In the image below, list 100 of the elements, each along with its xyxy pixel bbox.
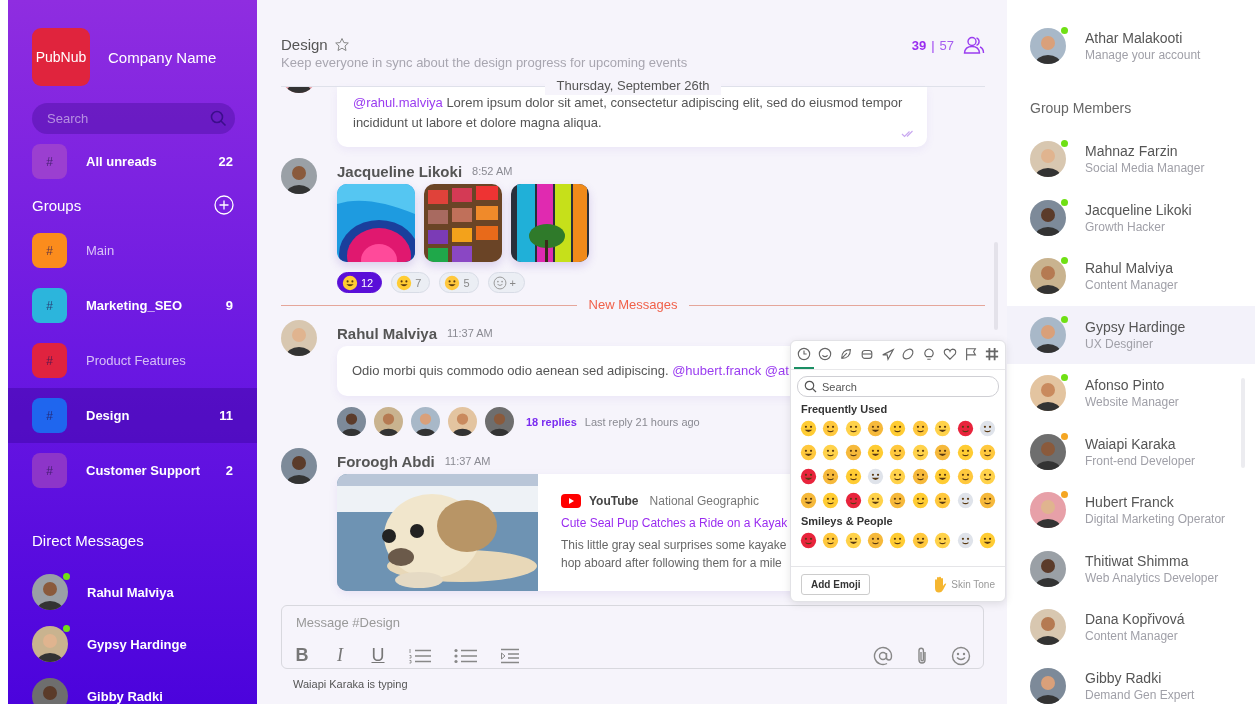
- emoji-icon[interactable]: [956, 468, 974, 485]
- emoji-icon[interactable]: [911, 532, 929, 549]
- emoji-icon[interactable]: [799, 468, 817, 485]
- direct-message-item[interactable]: Gibby Radki: [8, 670, 257, 704]
- format-button[interactable]: B: [294, 645, 310, 666]
- direct-message-item[interactable]: Gypsy Hardinge: [8, 618, 257, 670]
- emoji-icon[interactable]: [844, 532, 862, 549]
- unread-count: 2: [225, 463, 233, 478]
- paperclip-icon[interactable]: [915, 645, 929, 666]
- emoji-icon[interactable]: [934, 468, 952, 485]
- emoji-icon[interactable]: [799, 532, 817, 549]
- emoji-icon[interactable]: [799, 492, 817, 509]
- member-name: Thitiwat Shimma: [1085, 552, 1190, 569]
- channel-item[interactable]: # Main: [8, 223, 257, 278]
- emoji-icon[interactable]: [844, 468, 862, 485]
- member-item[interactable]: Waiapi Karaka Front-end Developer: [1007, 422, 1255, 481]
- star-icon[interactable]: [333, 36, 350, 53]
- emoji-icon[interactable]: [867, 492, 885, 509]
- emoji-icon[interactable]: [889, 492, 907, 509]
- section-title: Groups: [32, 196, 82, 214]
- emoji-icon[interactable]: [979, 444, 997, 461]
- avatar: [1030, 375, 1066, 412]
- bullet-list-icon[interactable]: [454, 647, 478, 664]
- emoji-icon[interactable]: [822, 444, 840, 461]
- emoji-icon[interactable]: [867, 532, 885, 549]
- member-item[interactable]: Thitiwat Shimma Web Analytics Developer: [1007, 539, 1255, 598]
- search-icon: [804, 380, 817, 393]
- member-name: Dana Kopřivová: [1085, 611, 1185, 628]
- add-icon[interactable]: [214, 195, 234, 215]
- emoji-icon[interactable]: [799, 444, 817, 461]
- emoji-icon[interactable]: [911, 468, 929, 485]
- emoji-icon[interactable]: [956, 492, 974, 509]
- member-item[interactable]: Afonso Pinto Website Manager: [1007, 364, 1255, 423]
- emoji-icon[interactable]: [867, 420, 885, 437]
- member-item[interactable]: Gibby Radki Demand Gen Expert: [1007, 656, 1255, 704]
- emoji-icon[interactable]: [844, 492, 862, 509]
- emoji-icon[interactable]: [799, 420, 817, 437]
- emoji-icon[interactable]: [911, 492, 929, 509]
- member-role: Front-end Developer: [1085, 453, 1196, 468]
- channel-item[interactable]: # Marketing_SEO 9: [8, 278, 257, 333]
- smiley-icon[interactable]: [951, 645, 971, 666]
- emoji-icon[interactable]: [956, 444, 974, 461]
- channel-item[interactable]: # Product Features: [8, 333, 257, 388]
- emoji-icon[interactable]: [844, 420, 862, 437]
- video-play-icon: [561, 494, 581, 508]
- emoji-icon[interactable]: [979, 532, 997, 549]
- member-item[interactable]: Jacqueline Likoki Growth Hacker: [1007, 188, 1255, 247]
- emoji-icon[interactable]: [956, 532, 974, 549]
- numbered-list-icon[interactable]: [408, 647, 432, 664]
- section-title: Frequently Used: [801, 403, 889, 415]
- account-item[interactable]: Athar Malakooti Manage your account: [1007, 24, 1255, 68]
- link-title[interactable]: Cute Seal Pup Catches a Ride on a Kayak: [561, 516, 788, 530]
- mention-icon[interactable]: [873, 645, 893, 666]
- avatar: [281, 158, 317, 194]
- emoji-icon[interactable]: [889, 420, 907, 437]
- member-name: Jacqueline Likoki: [1085, 201, 1192, 218]
- replies-link[interactable]: 18 replies: [526, 415, 577, 428]
- emoji-icon[interactable]: [956, 420, 974, 437]
- emoji-icon[interactable]: [934, 420, 952, 437]
- emoji-icon[interactable]: [979, 492, 997, 509]
- emoji-icon[interactable]: [934, 532, 952, 549]
- channel-item[interactable]: # Customer Support 2: [8, 443, 257, 498]
- people-icon[interactable]: [963, 36, 985, 54]
- member-item[interactable]: Dana Kopřivová Content Manager: [1007, 598, 1255, 657]
- member-item[interactable]: Rahul Malviya Content Manager: [1007, 247, 1255, 306]
- reaction-chip[interactable]: 12: [337, 272, 383, 293]
- channel-item[interactable]: # Design 11: [8, 388, 257, 443]
- direct-message-item[interactable]: Rahul Malviya: [8, 566, 257, 618]
- account-link: Manage your account: [1085, 48, 1201, 62]
- member-name: Rahul Malviya: [1085, 260, 1174, 277]
- last-reply-time: Last reply 21 hours ago: [584, 415, 700, 428]
- emoji-icon[interactable]: [822, 532, 840, 549]
- member-item[interactable]: Mahnaz Farzin Social Media Manager: [1007, 130, 1255, 189]
- emoji-icon[interactable]: [911, 420, 929, 437]
- emoji-icon[interactable]: [934, 492, 952, 509]
- indent-icon[interactable]: [500, 647, 520, 664]
- format-button[interactable]: I: [332, 645, 348, 666]
- search-field[interactable]: Search: [797, 376, 999, 397]
- emoji-icon[interactable]: [889, 532, 907, 549]
- channel-item[interactable]: # All unreads 22: [8, 134, 257, 189]
- member-item[interactable]: Gypsy Hardinge UX Desginer: [1007, 305, 1255, 364]
- emoji-icon[interactable]: [822, 492, 840, 509]
- emoji-icon[interactable]: [911, 444, 929, 461]
- emoji-icon[interactable]: [844, 444, 862, 461]
- emoji-icon[interactable]: [979, 468, 997, 485]
- add-emoji-button[interactable]: Add Emoji: [801, 573, 871, 595]
- member-item[interactable]: Hubert Franck Digital Marketing Operator: [1007, 481, 1255, 540]
- emoji-icon[interactable]: [934, 444, 952, 461]
- emoji-icon[interactable]: [889, 444, 907, 461]
- emoji-icon[interactable]: [822, 420, 840, 437]
- channel-tile: #: [32, 398, 67, 433]
- emoji-icon[interactable]: [867, 468, 885, 485]
- member-count: 57: [939, 37, 954, 53]
- format-button[interactable]: U: [370, 645, 386, 666]
- emoji-icon[interactable]: [822, 468, 840, 485]
- message-input[interactable]: Message #Design B I U: [281, 605, 984, 669]
- emoji-icon[interactable]: [979, 420, 997, 437]
- emoji-icon[interactable]: [867, 444, 885, 461]
- section-title: Direct Messages: [32, 531, 144, 549]
- emoji-icon[interactable]: [889, 468, 907, 485]
